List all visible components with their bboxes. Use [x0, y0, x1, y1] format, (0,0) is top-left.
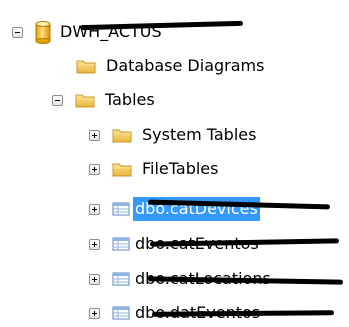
collapse-toggle[interactable] — [52, 94, 63, 106]
table-icon — [112, 202, 130, 216]
filetables-label: FileTables — [142, 159, 219, 178]
tree-node-database[interactable]: DWH_ACTUS — [12, 18, 164, 46]
redaction-bar — [151, 310, 335, 317]
database-icon — [35, 21, 51, 44]
expand-toggle[interactable] — [89, 273, 100, 285]
folder-icon — [75, 94, 95, 108]
tree-node-system-tables[interactable]: System Tables — [89, 121, 258, 149]
expand-toggle[interactable] — [89, 203, 100, 215]
expand-toggle[interactable] — [89, 129, 100, 141]
tree-node-tables[interactable]: Tables — [52, 86, 157, 114]
expand-toggle[interactable] — [89, 307, 100, 319]
table-icon — [112, 272, 130, 286]
collapse-toggle[interactable] — [12, 26, 23, 38]
table-icon — [112, 306, 130, 320]
tree-node-database-diagrams[interactable]: Database Diagrams — [76, 52, 266, 80]
expand-toggle[interactable] — [89, 163, 100, 175]
folder-icon — [112, 163, 132, 177]
table-icon — [112, 237, 130, 251]
folder-icon — [112, 129, 132, 143]
expand-toggle[interactable] — [89, 238, 100, 250]
system-tables-label: System Tables — [142, 125, 257, 144]
tree-node-filetables[interactable]: FileTables — [89, 155, 220, 183]
folder-icon — [76, 60, 96, 74]
database-diagrams-label: Database Diagrams — [106, 56, 265, 75]
tree-node-table[interactable]: dbo.catDevices — [89, 195, 260, 223]
tables-label: Tables — [105, 90, 155, 109]
